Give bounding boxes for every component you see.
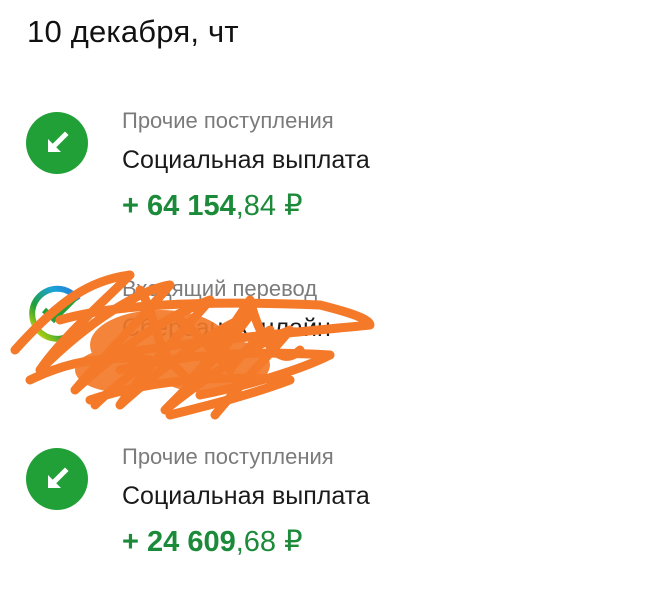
amount-major: 64 154	[147, 190, 236, 222]
transaction-item[interactable]: Прочие поступления Социальная выплата + …	[0, 444, 661, 584]
transaction-category: Входящий перевод	[122, 276, 318, 301]
arrow-down-left-icon	[26, 448, 88, 510]
amount-minor: ,84 ₽	[235, 190, 303, 222]
arrow-down-left-icon	[26, 112, 88, 174]
transaction-name: Социальная выплата	[122, 482, 370, 510]
transaction-name: Сбербанк Онлайн	[122, 314, 331, 342]
transaction-name: Социальная выплата	[122, 146, 370, 174]
sberbank-logo-icon	[26, 280, 88, 342]
transaction-category: Прочие поступления	[122, 108, 334, 133]
amount-major: 24 609	[147, 526, 236, 558]
amount-sign: +	[122, 190, 147, 222]
transaction-item[interactable]: Входящий перевод Сбербанк Онлайн	[0, 276, 661, 416]
transaction-item[interactable]: Прочие поступления Социальная выплата + …	[0, 108, 661, 248]
amount-sign: +	[122, 526, 147, 558]
transaction-amount: + 64 154,84 ₽	[122, 188, 303, 223]
transaction-amount: + 24 609,68 ₽	[122, 524, 303, 559]
date-header: 10 декабря, чт	[27, 14, 239, 49]
amount-minor: ,68 ₽	[235, 526, 303, 558]
transaction-category: Прочие поступления	[122, 444, 334, 469]
